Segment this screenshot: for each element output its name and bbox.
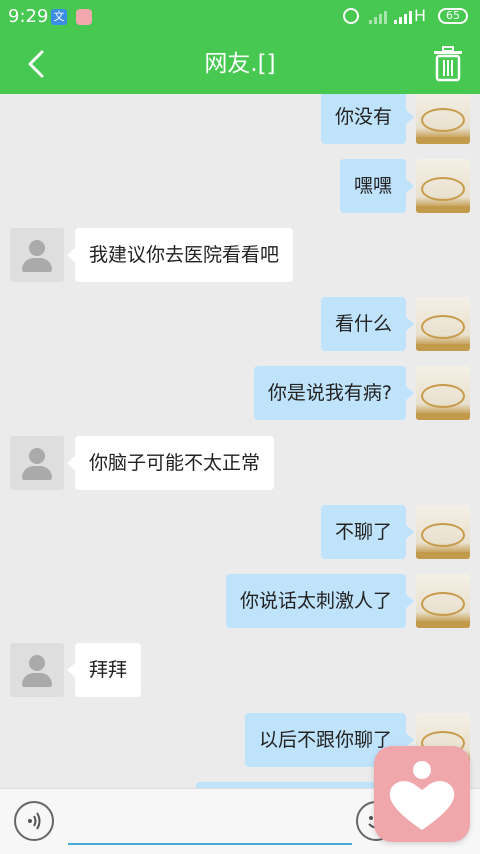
battery-icon: 65 xyxy=(438,8,468,24)
app-notification-icon-2 xyxy=(76,9,92,25)
floating-heart-button[interactable] xyxy=(374,746,470,842)
contact-avatar[interactable] xyxy=(10,643,64,697)
heart-icon xyxy=(389,761,455,830)
status-bar: 9:29 文 H 65 xyxy=(0,0,480,34)
voice-icon[interactable] xyxy=(14,801,54,841)
message-bubble[interactable]: 不聊了 xyxy=(320,505,415,559)
message-bubble[interactable]: 看什么 xyxy=(320,297,415,351)
signal-icon xyxy=(369,11,387,24)
message-bubble[interactable]: 我建议你去医院看看吧 xyxy=(66,228,294,282)
chat-title: 网友.[] xyxy=(204,51,276,77)
chat-header: 网友.[] xyxy=(0,34,480,94)
contact-avatar[interactable] xyxy=(10,228,64,282)
voice-glyph-icon xyxy=(28,812,41,830)
message-bubble[interactable]: 你脑子可能不太正常 xyxy=(66,436,275,490)
message-bubble[interactable]: 你是说我有病? xyxy=(253,366,415,420)
message-input[interactable] xyxy=(68,803,352,845)
my-avatar[interactable] xyxy=(416,94,470,144)
back-icon[interactable] xyxy=(18,44,58,84)
contact-avatar[interactable] xyxy=(10,436,64,490)
status-time: 9:29 xyxy=(8,6,49,27)
message-bubble[interactable]: 嘿嘿 xyxy=(339,159,415,213)
message-bubble[interactable]: 你说话太刺激人了 xyxy=(225,574,415,628)
app-notification-icon: 文 xyxy=(51,9,67,25)
my-avatar[interactable] xyxy=(416,505,470,559)
my-avatar[interactable] xyxy=(416,366,470,420)
message-bubble[interactable]: 你没有 xyxy=(320,94,415,144)
message-bubble[interactable]: 拜拜 xyxy=(66,643,142,697)
signal-icon-2 xyxy=(394,11,412,24)
my-avatar[interactable] xyxy=(416,159,470,213)
my-avatar[interactable] xyxy=(416,574,470,628)
trash-icon[interactable] xyxy=(432,46,464,82)
my-avatar[interactable] xyxy=(416,297,470,351)
alarm-icon xyxy=(343,8,359,24)
network-type: H xyxy=(414,6,427,25)
chat-messages[interactable]: 你没有 嘿嘿 我建议你去医院看看吧 看什么 你是说我有病? 你脑子可能不太正常 … xyxy=(0,94,480,788)
